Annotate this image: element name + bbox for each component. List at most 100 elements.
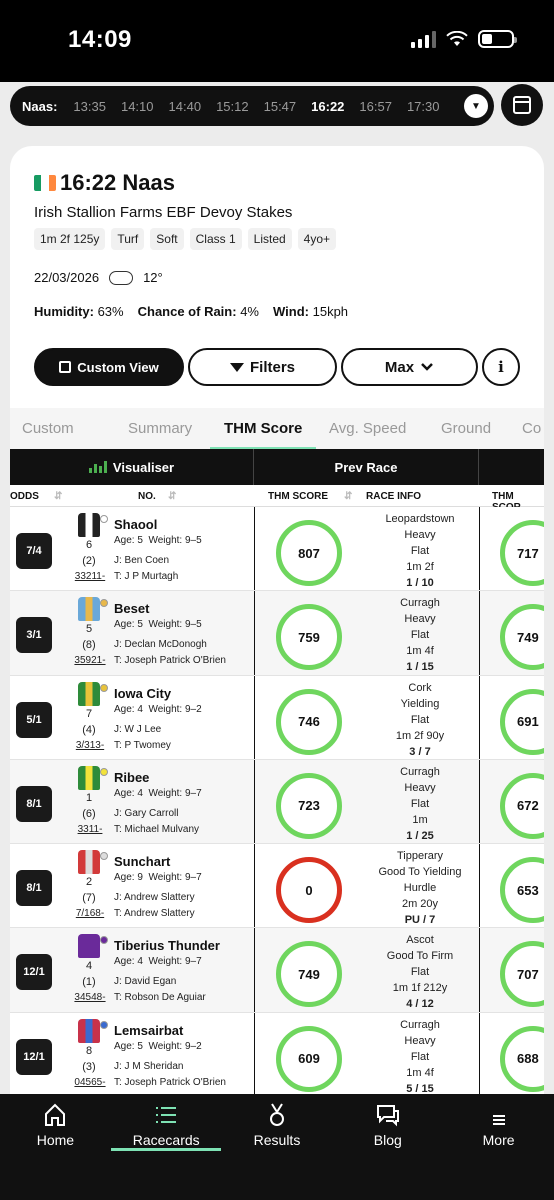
visualiser-button[interactable]: Visualiser bbox=[10, 449, 254, 485]
chat-icon bbox=[376, 1105, 399, 1127]
race-time-nav: Naas: 13:35 14:10 14:40 15:12 15:47 16:2… bbox=[10, 86, 494, 126]
race-result: 5 / 15 bbox=[406, 1082, 434, 1094]
horse-meta: Age: 4 Weight: 9–7 bbox=[114, 956, 202, 968]
odds-badge[interactable]: 12/1 bbox=[16, 1038, 52, 1075]
runner-form[interactable]: 34548- bbox=[68, 992, 112, 1003]
race-distance: 2m 20y bbox=[401, 898, 439, 911]
race-tag: 4yo+ bbox=[297, 228, 337, 250]
thm-score-ring-2: 688 bbox=[500, 1025, 544, 1092]
race-result: 1 / 15 bbox=[406, 661, 434, 674]
race-distance: 1m 4f bbox=[406, 645, 434, 658]
runner-form[interactable]: 04565- bbox=[68, 1077, 112, 1088]
col-odds[interactable]: ODDS bbox=[10, 491, 39, 502]
race-type: Flat bbox=[410, 1050, 430, 1063]
race-date: 22/03/2026 bbox=[34, 270, 100, 285]
time-item[interactable]: 15:12 bbox=[216, 99, 249, 114]
odds-badge[interactable]: 8/1 bbox=[16, 870, 52, 907]
time-item[interactable]: 14:10 bbox=[121, 99, 154, 114]
tab-co[interactable]: Co bbox=[522, 420, 541, 437]
tab-custom[interactable]: Custom bbox=[22, 420, 74, 437]
runner-row[interactable]: 5/1 7 (4) 3/313- Iowa City Age: 4 Weight: 9–2… bbox=[10, 675, 544, 760]
calendar-button[interactable] bbox=[501, 84, 543, 126]
sort-icon[interactable]: ⇵ bbox=[168, 491, 176, 502]
col-thm-score[interactable]: THM SCORE bbox=[268, 491, 328, 502]
time-item[interactable]: 15:47 bbox=[264, 99, 297, 114]
horse-name[interactable]: Shaool bbox=[114, 517, 157, 532]
filters-button[interactable]: Filters bbox=[188, 348, 337, 386]
tab-avg-speed[interactable]: Avg. Speed bbox=[329, 420, 406, 437]
column-divider bbox=[254, 1012, 255, 1094]
info-button[interactable]: i bbox=[482, 348, 520, 386]
nav-home[interactable]: Home bbox=[0, 1094, 111, 1200]
trainer: T: Robson De Aguiar bbox=[114, 992, 206, 1004]
runner-row[interactable]: 12/1 4 (1) 34548- Tiberius Thunder Age: 4 Wei… bbox=[10, 928, 544, 1013]
nav-results[interactable]: Results bbox=[222, 1094, 333, 1200]
runner-form[interactable]: 33211- bbox=[68, 571, 112, 582]
chevron-down-icon[interactable]: ▼ bbox=[464, 94, 488, 118]
col-no[interactable]: NO. bbox=[138, 491, 156, 502]
nav-blog[interactable]: Blog bbox=[332, 1094, 443, 1200]
max-dropdown[interactable]: Max bbox=[341, 348, 478, 386]
runner-row[interactable]: 8/1 2 (7) 7/168- Sunchart Age: 9 Weight: 9–7 J… bbox=[10, 844, 544, 929]
chevron-down-icon bbox=[421, 363, 433, 371]
prev-race-info: Tipperary Good To Yielding Hurdle 2m 20y PU … bbox=[350, 848, 490, 928]
horse-name[interactable]: Beset bbox=[114, 601, 149, 616]
thm-score-ring-2: 749 bbox=[500, 604, 544, 671]
temperature: 12° bbox=[143, 270, 163, 285]
odds-badge[interactable]: 8/1 bbox=[16, 785, 52, 822]
tab-ground[interactable]: Ground bbox=[441, 420, 491, 437]
nav-more[interactable]: More bbox=[443, 1094, 554, 1200]
custom-view-button[interactable]: Custom View bbox=[34, 348, 184, 386]
odds-badge[interactable]: 3/1 bbox=[16, 617, 52, 654]
odds-badge[interactable]: 12/1 bbox=[16, 954, 52, 991]
time-item[interactable]: 16:57 bbox=[359, 99, 392, 114]
cap-icon bbox=[100, 767, 108, 776]
time-item[interactable]: 14:40 bbox=[169, 99, 202, 114]
runner-form[interactable]: 3311- bbox=[68, 824, 112, 835]
odds-badge[interactable]: 7/4 bbox=[16, 533, 52, 569]
sort-icon[interactable]: ⇵ bbox=[54, 491, 62, 502]
jockey-silk-icon bbox=[78, 850, 100, 875]
nav-active-indicator bbox=[110, 1148, 221, 1151]
horse-name[interactable]: Iowa City bbox=[114, 686, 171, 701]
horse-meta: Age: 9 Weight: 9–7 bbox=[114, 872, 202, 884]
race-course: Ascot bbox=[406, 934, 434, 947]
race-type: Hurdle bbox=[403, 882, 437, 895]
race-course: Curragh bbox=[400, 765, 440, 778]
race-course: Cork bbox=[408, 681, 432, 694]
horse-name[interactable]: Ribee bbox=[114, 770, 149, 785]
prev-race-info: Curragh Heavy Flat 1m 4f 5 / 15 bbox=[350, 1017, 490, 1094]
filter-icon bbox=[229, 362, 244, 372]
time-item[interactable]: 17:30 bbox=[407, 99, 440, 114]
time-item-active[interactable]: 16:22 bbox=[311, 99, 344, 114]
race-title: 16:22 Naas bbox=[60, 170, 175, 195]
horse-name[interactable]: Sunchart bbox=[114, 854, 170, 869]
runner-form[interactable]: 7/168- bbox=[68, 908, 112, 919]
signal-icon bbox=[411, 30, 436, 48]
horse-name[interactable]: Lemsairbat bbox=[114, 1023, 183, 1038]
runner-row[interactable]: 3/1 5 (8) 35921- Beset Age: 5 Weight: 9–5 J: D… bbox=[10, 591, 544, 676]
race-type: Flat bbox=[410, 966, 430, 979]
wind: Wind: 15kph bbox=[273, 304, 349, 319]
nav-racecards[interactable]: Racecards bbox=[110, 1094, 222, 1200]
thm-score-ring: 807 bbox=[276, 520, 342, 586]
runner-form[interactable]: 35921- bbox=[68, 655, 112, 666]
page: Naas: 13:35 14:10 14:40 15:12 15:47 16:2… bbox=[0, 82, 554, 1094]
race-name: Irish Stallion Farms EBF Devoy Stakes bbox=[34, 204, 293, 221]
tab-thm-score[interactable]: THM Score bbox=[224, 420, 302, 437]
time-item[interactable]: 13:35 bbox=[73, 99, 106, 114]
runner-row[interactable]: 7/4 6 (2) 33211- Shaool Age: 5 Weight: 9–5 J: … bbox=[10, 507, 544, 592]
action-buttons: Custom View Filters Max i bbox=[34, 348, 520, 386]
runner-form[interactable]: 3/313- bbox=[68, 740, 112, 751]
runner-row[interactable]: 8/1 1 (6) 3311- Ribee Age: 4 Weight: 9–7 J: Ga… bbox=[10, 759, 544, 845]
runner-row[interactable]: 12/1 8 (3) 04565- Lemsairbat Age: 5 Weight: 9… bbox=[10, 1012, 544, 1094]
thm-score-ring: 0 bbox=[276, 857, 342, 924]
sort-icon[interactable]: ⇵ bbox=[344, 491, 352, 502]
tab-summary[interactable]: Summary bbox=[128, 420, 192, 437]
race-result: 3 / 7 bbox=[409, 745, 431, 758]
odds-badge[interactable]: 5/1 bbox=[16, 701, 52, 738]
horse-name[interactable]: Tiberius Thunder bbox=[114, 938, 220, 953]
cap-icon bbox=[100, 683, 108, 692]
humidity: Humidity: 63% bbox=[34, 304, 124, 319]
jockey-silk-icon bbox=[78, 765, 100, 790]
